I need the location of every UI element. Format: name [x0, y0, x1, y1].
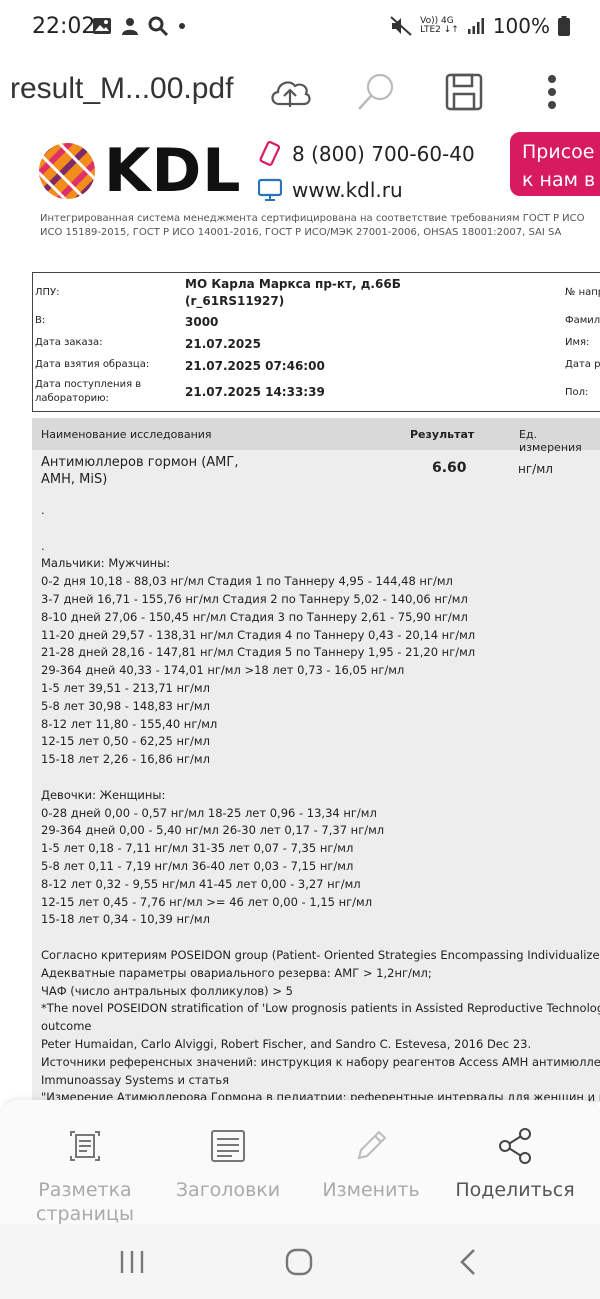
upload-cloud-button[interactable]	[268, 70, 312, 114]
kdl-logo-icon	[39, 143, 95, 199]
order-date-value: 21.07.2025	[185, 337, 261, 351]
search-icon	[358, 73, 394, 110]
test-name: Антимюллеров гормон (АМГ, AMH, MiS)	[41, 454, 238, 488]
surname-label: Фамил	[565, 315, 600, 326]
info-row-lab-date: Дата поступления в лабораторию: 21.07.20…	[33, 379, 600, 409]
battery-icon	[558, 16, 570, 36]
b-value: 3000	[185, 315, 219, 329]
edit-label: Изменить	[322, 1179, 420, 1201]
order-date-label: Дата заказа:	[35, 337, 103, 348]
save-button[interactable]	[442, 70, 486, 114]
more-options-button[interactable]	[530, 70, 574, 114]
monitor-icon	[258, 178, 282, 201]
sample-date-value: 21.07.2025 07:46:00	[185, 359, 325, 373]
mute-icon	[390, 16, 412, 36]
page-layout-label: Разметка страницы	[20, 1178, 150, 1226]
gallery-icon	[93, 18, 111, 34]
promo-line-1: Присое	[522, 141, 595, 163]
info-row-lpu: ЛПУ: МО Карла Маркса пр-кт, д.66Б (r_61R…	[33, 277, 600, 311]
headings-label: Заголовки	[175, 1179, 281, 1201]
promo-line-2: к нам в	[522, 169, 596, 191]
page-layout-icon	[70, 1131, 100, 1161]
phone-icon	[259, 141, 281, 166]
certification-text: Интегрированная система менеджмента серт…	[40, 212, 600, 240]
info-row-b: В: 3000 Фамил	[33, 315, 600, 333]
sample-date-label: Дата взятия образца:	[35, 359, 150, 370]
headings-button[interactable]: Заголовки	[168, 1100, 288, 1224]
app-bar: result_M...00.pdf	[0, 56, 600, 133]
status-time: 22:02	[32, 14, 96, 39]
more-vertical-icon	[548, 75, 556, 109]
lab-date-label-1: Дата поступления в	[35, 379, 142, 390]
cloud-upload-icon	[271, 81, 311, 107]
info-row-order-date: Дата заказа: 21.07.2025 Имя:	[33, 337, 600, 355]
save-icon	[445, 73, 483, 111]
results-section: Наименование исследования Результат Ед. …	[32, 418, 600, 1102]
col-unit: Ед. измерения	[519, 428, 582, 454]
recent-apps-button[interactable]	[118, 1248, 146, 1276]
dot-icon	[179, 23, 185, 29]
status-bar: 22:02 Vo)) 4G LTE2 ↓↑ 100%	[0, 0, 600, 56]
page-layout-button[interactable]: Разметка страницы	[20, 1100, 150, 1226]
phone-row: 8 (800) 700-60-40	[258, 136, 475, 172]
website-row: www.kdl.ru	[258, 172, 475, 208]
share-button[interactable]: Поделиться	[450, 1100, 580, 1224]
person-icon	[122, 18, 138, 35]
test-result-unit: нг/мл	[518, 462, 553, 476]
lab-date-value: 21.07.2025 14:33:39	[185, 385, 325, 399]
lpu-label: ЛПУ:	[35, 287, 60, 298]
network-indicator: Vo)) 4G LTE2 ↓↑	[420, 17, 459, 35]
info-row-sample-date: Дата взятия образца: 21.07.2025 07:46:00…	[33, 359, 600, 377]
back-button[interactable]	[456, 1247, 480, 1277]
referral-label: № напр	[565, 287, 600, 298]
lpu-value-1: МО Карла Маркса пр-кт, д.66Б	[185, 277, 401, 291]
kdl-logo: KDL	[38, 136, 242, 206]
status-notification-icons	[92, 16, 186, 36]
col-test-name: Наименование исследования	[41, 428, 212, 441]
col-result: Результат	[410, 428, 475, 441]
sex-label: Пол:	[565, 387, 589, 398]
system-navigation-bar	[0, 1224, 600, 1299]
page-layout-label-line-1: Разметка	[38, 1179, 132, 1201]
pencil-icon	[357, 1130, 387, 1160]
promo-banner[interactable]: Присое к нам в	[510, 132, 600, 196]
status-system-icons: Vo)) 4G LTE2 ↓↑ 100%	[390, 14, 570, 38]
lab-date-label-2: лабораторию:	[35, 393, 109, 404]
b-label: В:	[35, 315, 46, 326]
page-layout-label-line-2: страницы	[36, 1203, 134, 1225]
share-label: Поделиться	[455, 1179, 575, 1201]
share-icon	[499, 1128, 531, 1164]
file-title: result_M...00.pdf	[10, 72, 234, 105]
contact-block: 8 (800) 700-60-40 www.kdl.ru	[258, 136, 475, 208]
bottom-action-bar: Разметка страницы Заголовки Изменить Под…	[0, 1100, 600, 1226]
reference-values-text: . . Мальчики: Мужчины: 0-2 дня 10,18 - 8…	[41, 503, 600, 1102]
test-result-value: 6.60	[432, 460, 467, 476]
test-name-line-2: AMH, MiS)	[41, 472, 108, 487]
name-label: Имя:	[565, 337, 590, 348]
signal-icon	[467, 18, 484, 34]
home-button[interactable]	[284, 1247, 314, 1277]
website-link[interactable]: www.kdl.ru	[292, 178, 403, 202]
headings-list-icon	[211, 1130, 245, 1162]
search-button[interactable]	[354, 70, 398, 114]
cert-line-2: ИСО 15189-2015, ГОСТ Р ИСО 14001-2016, Г…	[40, 227, 562, 238]
network-bottom-label: LTE2 ↓↑	[420, 25, 459, 35]
cert-line-1: Интегрированная система менеджмента серт…	[40, 213, 585, 224]
birthdate-label: Дата ро	[565, 359, 600, 370]
edit-button[interactable]: Изменить	[316, 1100, 426, 1224]
patient-info-table: ЛПУ: МО Карла Маркса пр-кт, д.66Б (r_61R…	[32, 272, 600, 412]
results-header: Наименование исследования Результат Ед. …	[32, 418, 600, 454]
search-icon	[148, 16, 168, 36]
pdf-document-view[interactable]: KDL 8 (800) 700-60-40 www.kdl.ru Присое …	[0, 132, 600, 1102]
phone-number[interactable]: 8 (800) 700-60-40	[292, 142, 475, 166]
battery-percent: 100%	[492, 14, 550, 38]
test-name-line-1: Антимюллеров гормон (АМГ,	[41, 455, 239, 470]
lpu-value-2: (r_61RS11927)	[185, 294, 285, 308]
logo-text: KDL	[104, 136, 242, 206]
